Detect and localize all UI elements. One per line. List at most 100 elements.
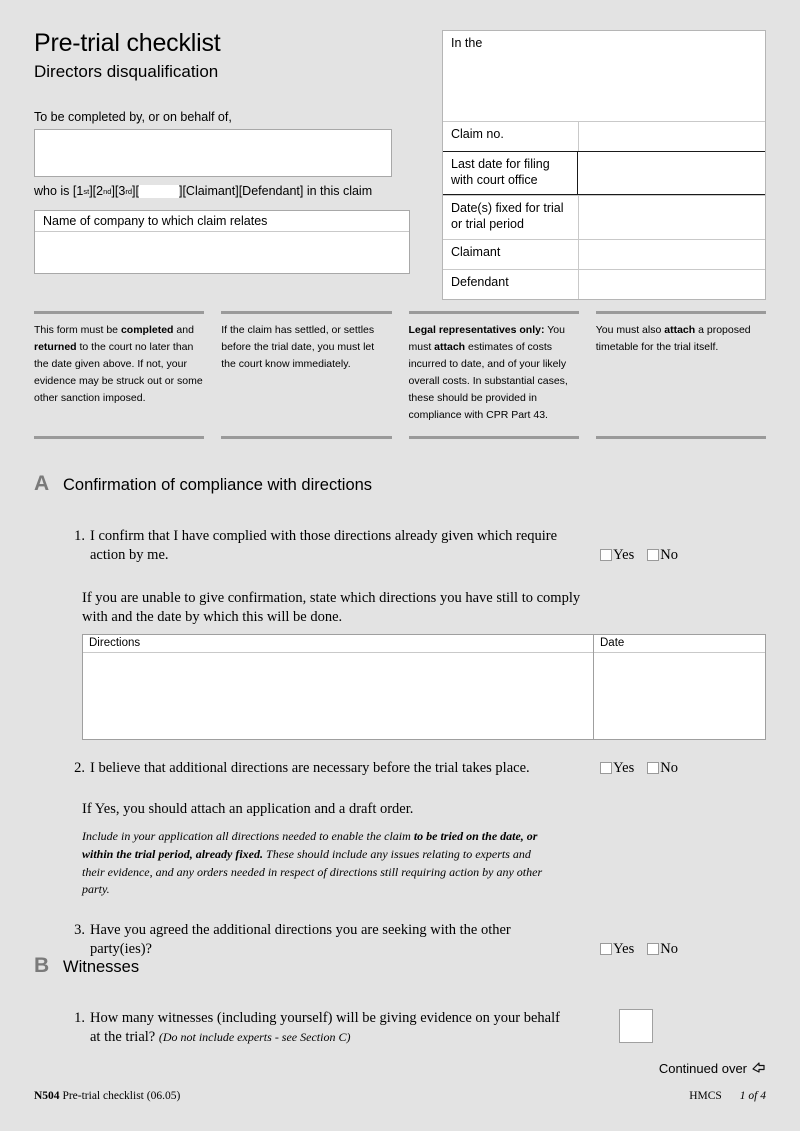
directions-table: Directions Date: [82, 633, 766, 740]
checkbox-icon[interactable]: [647, 762, 660, 775]
witness-count-input[interactable]: [619, 1009, 653, 1043]
who-is-line: who is [1 st][2 nd][3 rd][][Claimant][Defen…: [34, 184, 426, 198]
page-footer: N504 Pre-trial checklist (06.05) HMCS 1 …: [34, 1090, 766, 1102]
who-is-prefix: who is [1: [34, 184, 84, 199]
question-a3-number: 3.: [74, 922, 85, 939]
ordinal-2nd: nd: [103, 186, 112, 196]
form-header: Pre-trial checklist Directors disqualifi…: [34, 29, 426, 275]
claimant-label: Claimant: [451, 244, 501, 259]
company-name-input[interactable]: [35, 232, 409, 269]
question-a3: 3. Have you agreed the additional direct…: [34, 921, 766, 959]
claim-no-label: Claim no.: [451, 127, 504, 141]
question-b1-number: 1.: [74, 1010, 85, 1026]
section-a-header: A Confirmation of compliance with direct…: [34, 473, 766, 495]
checkbox-icon[interactable]: [647, 549, 660, 562]
note-column-2: If the claim has settled, or settles bef…: [221, 311, 392, 439]
claim-no-input[interactable]: [578, 122, 765, 151]
who-is-suffix: ][Claimant][Defendant] in this claim: [178, 184, 373, 199]
section-a-title: Confirmation of compliance with directio…: [63, 476, 373, 494]
section-b-header: B Witnesses: [34, 955, 766, 977]
last-date-label: Last date for filing with court office: [443, 152, 578, 195]
note-column-3: Legal representatives only: You must att…: [408, 311, 579, 439]
note-rule-bottom: [408, 436, 579, 439]
note-text-1: This form must be completed and returned…: [34, 324, 203, 404]
question-a2-text: I believe that additional directions are…: [90, 759, 530, 776]
directions-column: Directions: [83, 635, 593, 739]
question-a1-no[interactable]: No: [647, 546, 678, 565]
footer-right: HMCS 1 of 4: [689, 1090, 766, 1102]
court-row-trial-dates: Date(s) fixed for trial or trial period: [443, 195, 765, 239]
company-name-box: Name of company to which claim relates: [34, 210, 410, 275]
question-b1: 1. How many witnesses (including yoursel…: [34, 1009, 766, 1047]
directions-column-header: Directions: [83, 635, 593, 653]
trial-dates-label: Date(s) fixed for trial or trial period: [451, 201, 564, 231]
question-a1-followup: If you are unable to give confirmation, …: [82, 589, 581, 626]
note-rule-bottom: [221, 436, 392, 439]
completed-by-input[interactable]: [34, 129, 392, 178]
note-column-1: This form must be completed and returned…: [34, 311, 205, 439]
defendant-label: Defendant: [451, 274, 509, 289]
who-is-mid1: ][2: [89, 184, 104, 199]
party-number-input[interactable]: [138, 184, 179, 198]
checkbox-icon[interactable]: [600, 549, 613, 562]
note-rule-bottom: [34, 436, 205, 439]
question-a2-no[interactable]: No: [647, 759, 678, 778]
section-b-title: Witnesses: [63, 958, 140, 976]
question-a2-answers: Yes No: [600, 759, 766, 778]
note-column-4: You must also attach a proposed timetabl…: [595, 311, 766, 439]
question-a2-attach-text: If Yes, you should attach an application…: [82, 800, 414, 817]
ordinal-3rd: rd: [125, 186, 133, 196]
question-a1-number: 1.: [74, 528, 85, 544]
checkbox-icon[interactable]: [600, 762, 613, 775]
court-row-claimant: Claimant: [443, 238, 765, 269]
company-name-label: Name of company to which claim relates: [35, 211, 409, 233]
defendant-input[interactable]: [578, 269, 765, 299]
form-page: Pre-trial checklist Directors disqualifi…: [0, 0, 800, 1131]
form-code: N504: [34, 1090, 60, 1102]
question-b1-text: How many witnesses (including yourself) …: [90, 1009, 560, 1047]
last-date-input[interactable]: [578, 152, 765, 194]
date-column: Date: [593, 634, 765, 739]
court-row-defendant: Defendant: [443, 268, 765, 299]
directions-input[interactable]: [83, 653, 593, 739]
checkbox-icon[interactable]: [600, 943, 613, 956]
form-name: Pre-trial checklist (06.05): [62, 1090, 181, 1102]
question-a1-answers: Yes No: [600, 546, 766, 565]
trial-dates-input[interactable]: [578, 196, 765, 239]
question-a2-note: Include in your application all directio…: [82, 829, 543, 897]
court-row-in-the: In the: [443, 31, 765, 121]
date-input[interactable]: [594, 653, 765, 739]
note-text-3: Legal representatives only: You must att…: [408, 324, 568, 421]
who-is-mid3: ][: [132, 184, 139, 199]
question-a2: 2. I believe that additional directions …: [34, 759, 766, 778]
section-b: B Witnesses 1. How many witnesses (inclu…: [34, 955, 766, 1047]
note-text-2: If the claim has settled, or settles bef…: [221, 324, 375, 370]
question-a1-text: I confirm that I have complied with thos…: [90, 528, 558, 563]
claimant-input[interactable]: [578, 239, 765, 269]
section-a-letter: A: [34, 472, 50, 495]
court-details-table: In the Claim no. Last date for filing wi…: [442, 30, 766, 300]
question-a2-number: 2.: [74, 759, 85, 776]
question-a2-no-label: No: [660, 759, 678, 776]
instruction-notes: This form must be completed and returned…: [34, 311, 766, 439]
note-rule-bottom: [595, 436, 766, 439]
section-b-letter: B: [34, 954, 50, 977]
agency-label: HMCS: [689, 1090, 722, 1102]
in-the-label: In the: [451, 36, 483, 50]
question-a2-yes[interactable]: Yes: [600, 759, 634, 778]
court-row-claim-no: Claim no.: [443, 121, 765, 151]
question-a1-yes[interactable]: Yes: [600, 546, 634, 565]
witness-count-wrap: [619, 1009, 766, 1043]
page-turn-icon: [752, 1060, 766, 1077]
to-be-completed-label: To be completed by, or on behalf of,: [34, 110, 232, 125]
who-is-mid2: ][3: [111, 184, 126, 199]
question-a1-yes-label: Yes: [613, 546, 635, 563]
checkbox-icon[interactable]: [647, 943, 660, 956]
page-title: Pre-trial checklist: [34, 29, 221, 57]
date-column-header: Date: [594, 635, 765, 653]
continued-over-label: Continued over: [658, 1061, 747, 1076]
question-a1: 1. I confirm that I have complied with t…: [34, 527, 766, 565]
question-a1-no-label: No: [660, 546, 678, 563]
question-b1-note: (Do not include experts - see Section C): [158, 1029, 351, 1044]
question-a2-yes-label: Yes: [613, 759, 635, 776]
